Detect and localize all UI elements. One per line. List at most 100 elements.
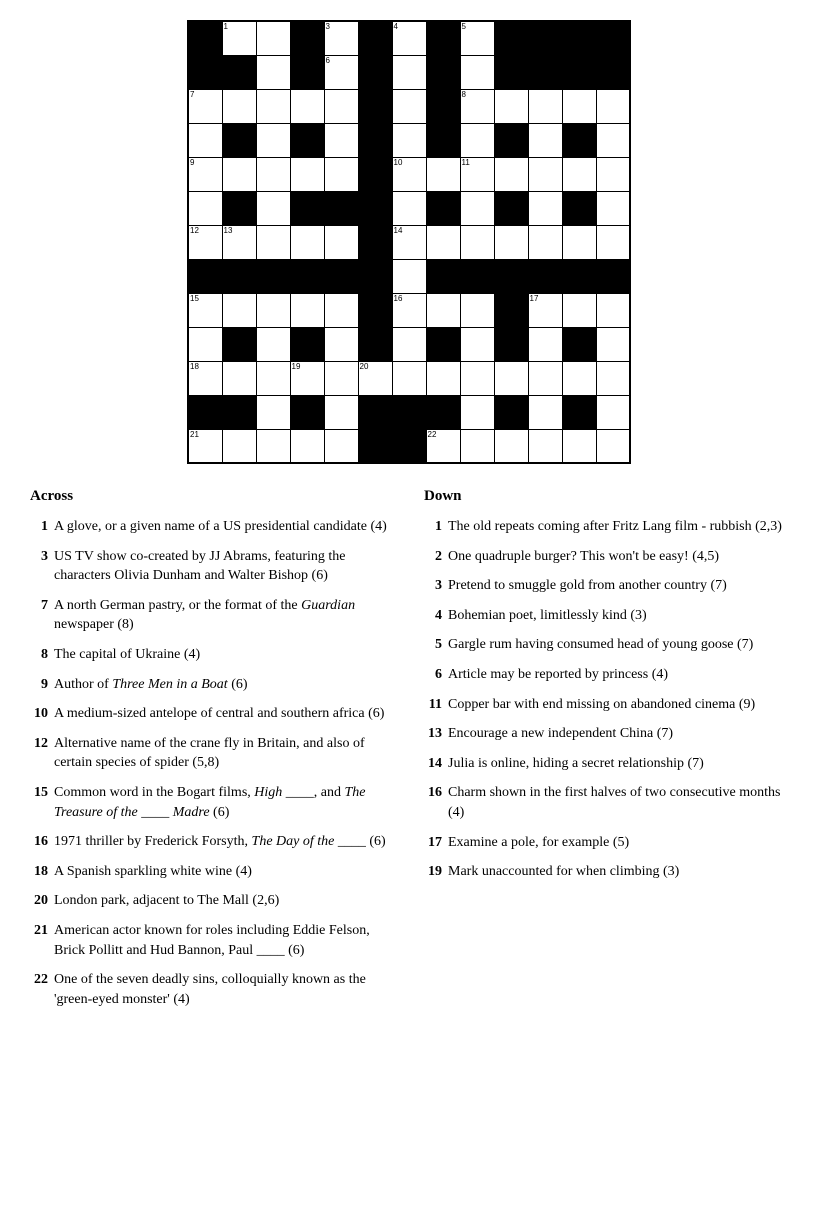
grid-cell-white[interactable] (256, 157, 290, 191)
grid-cell-white[interactable] (528, 395, 562, 429)
grid-cell-white[interactable] (256, 123, 290, 157)
grid-cell-white[interactable]: 11 (460, 157, 494, 191)
grid-cell-white[interactable] (392, 327, 426, 361)
grid-cell-white[interactable] (324, 327, 358, 361)
grid-cell-white[interactable] (256, 395, 290, 429)
grid-cell-white[interactable]: 10 (392, 157, 426, 191)
grid-cell-white[interactable] (460, 225, 494, 259)
grid-cell-white[interactable]: 9 (188, 157, 222, 191)
grid-cell-white[interactable] (290, 429, 324, 463)
grid-cell-white[interactable] (562, 157, 596, 191)
grid-cell-white[interactable]: 12 (188, 225, 222, 259)
grid-cell-white[interactable] (460, 429, 494, 463)
grid-cell-white[interactable] (256, 225, 290, 259)
grid-cell-white[interactable] (324, 123, 358, 157)
grid-cell-white[interactable] (290, 89, 324, 123)
grid-cell-white[interactable] (460, 327, 494, 361)
grid-cell-white[interactable] (188, 191, 222, 225)
grid-cell-white[interactable] (222, 361, 256, 395)
grid-cell-white[interactable] (460, 361, 494, 395)
grid-cell-white[interactable] (494, 225, 528, 259)
grid-cell-white[interactable] (324, 429, 358, 463)
grid-cell-white[interactable] (256, 191, 290, 225)
grid-cell-white[interactable] (460, 123, 494, 157)
grid-cell-white[interactable] (596, 429, 630, 463)
grid-cell-white[interactable]: 7 (188, 89, 222, 123)
grid-cell-white[interactable] (596, 191, 630, 225)
grid-cell-white[interactable] (596, 157, 630, 191)
grid-cell-white[interactable] (596, 395, 630, 429)
grid-cell-white[interactable] (222, 89, 256, 123)
grid-cell-white[interactable] (392, 191, 426, 225)
grid-cell-white[interactable]: 13 (222, 225, 256, 259)
grid-cell-white[interactable] (290, 293, 324, 327)
grid-cell-white[interactable]: 6 (324, 55, 358, 89)
grid-cell-white[interactable] (460, 191, 494, 225)
grid-cell-white[interactable] (528, 225, 562, 259)
grid-cell-white[interactable]: 8 (460, 89, 494, 123)
grid-cell-white[interactable] (290, 225, 324, 259)
grid-cell-white[interactable] (324, 293, 358, 327)
grid-cell-white[interactable]: 17 (528, 293, 562, 327)
grid-cell-white[interactable] (494, 361, 528, 395)
grid-cell-white[interactable] (460, 293, 494, 327)
grid-cell-white[interactable] (188, 123, 222, 157)
grid-cell-white[interactable] (222, 293, 256, 327)
grid-cell-white[interactable] (596, 225, 630, 259)
grid-cell-white[interactable] (256, 89, 290, 123)
grid-cell-white[interactable]: 1 (222, 21, 256, 55)
grid-cell-white[interactable] (324, 157, 358, 191)
grid-cell-white[interactable] (222, 429, 256, 463)
grid-cell-white[interactable] (460, 395, 494, 429)
grid-cell-white[interactable] (562, 293, 596, 327)
grid-cell-white[interactable] (528, 429, 562, 463)
grid-cell-white[interactable] (596, 327, 630, 361)
grid-cell-white[interactable] (562, 89, 596, 123)
grid-cell-white[interactable]: 18 (188, 361, 222, 395)
grid-cell-white[interactable] (596, 123, 630, 157)
grid-cell-white[interactable] (188, 327, 222, 361)
grid-cell-white[interactable] (460, 55, 494, 89)
grid-cell-white[interactable] (256, 327, 290, 361)
grid-cell-white[interactable] (528, 191, 562, 225)
grid-cell-white[interactable] (562, 225, 596, 259)
grid-cell-white[interactable] (324, 225, 358, 259)
grid-cell-white[interactable] (324, 395, 358, 429)
grid-cell-white[interactable]: 16 (392, 293, 426, 327)
grid-cell-white[interactable] (256, 21, 290, 55)
grid-cell-white[interactable] (528, 89, 562, 123)
grid-cell-white[interactable]: 3 (324, 21, 358, 55)
grid-cell-white[interactable] (256, 55, 290, 89)
grid-cell-white[interactable]: 4 (392, 21, 426, 55)
grid-cell-white[interactable]: 14 (392, 225, 426, 259)
grid-cell-white[interactable] (392, 55, 426, 89)
grid-cell-white[interactable] (528, 361, 562, 395)
grid-cell-white[interactable] (256, 429, 290, 463)
grid-cell-white[interactable] (222, 157, 256, 191)
grid-cell-white[interactable] (392, 361, 426, 395)
grid-cell-white[interactable] (494, 429, 528, 463)
grid-cell-white[interactable] (426, 157, 460, 191)
grid-cell-white[interactable] (290, 157, 324, 191)
grid-cell-white[interactable] (528, 123, 562, 157)
grid-cell-white[interactable] (324, 361, 358, 395)
grid-cell-white[interactable] (392, 123, 426, 157)
grid-cell-white[interactable] (426, 293, 460, 327)
grid-cell-white[interactable]: 22 (426, 429, 460, 463)
grid-cell-white[interactable] (426, 225, 460, 259)
grid-cell-white[interactable] (562, 361, 596, 395)
grid-cell-white[interactable] (528, 327, 562, 361)
grid-cell-white[interactable] (596, 361, 630, 395)
grid-cell-white[interactable] (494, 157, 528, 191)
grid-cell-white[interactable] (596, 293, 630, 327)
grid-cell-white[interactable] (528, 157, 562, 191)
grid-cell-white[interactable] (596, 89, 630, 123)
grid-cell-white[interactable]: 20 (358, 361, 392, 395)
grid-cell-white[interactable] (494, 89, 528, 123)
grid-cell-white[interactable] (256, 293, 290, 327)
grid-cell-white[interactable] (562, 429, 596, 463)
grid-cell-white[interactable] (256, 361, 290, 395)
grid-cell-white[interactable] (324, 89, 358, 123)
grid-cell-white[interactable] (392, 259, 426, 293)
grid-cell-white[interactable]: 15 (188, 293, 222, 327)
